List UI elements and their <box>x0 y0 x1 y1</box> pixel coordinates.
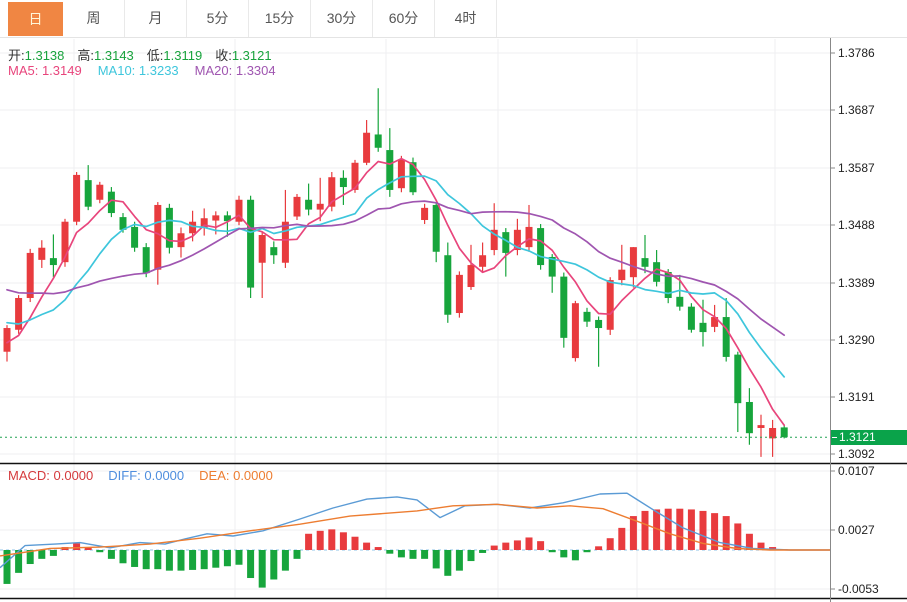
axis-tick-label: 0.0027 <box>838 523 875 537</box>
low-value: 1.3119 <box>163 48 202 63</box>
candlestick-chart[interactable] <box>0 0 907 602</box>
ma5-value: MA5: 1.3149 <box>8 63 82 78</box>
close-value: 1.3121 <box>232 48 272 63</box>
axis-tick-label: 1.3092 <box>838 447 875 461</box>
ohlc-legend: 开:1.3138 高:1.3143 低:1.3119 收:1.3121 <box>8 45 285 64</box>
axis-tick-label: 1.3786 <box>838 46 875 60</box>
low-label: 低: <box>147 48 164 63</box>
ma20-value: MA20: 1.3304 <box>195 63 276 78</box>
axis-tick-label: 1.3290 <box>838 333 875 347</box>
current-price-badge: 1.3121 <box>831 430 907 445</box>
tab-30分[interactable]: 30分 <box>311 0 373 37</box>
high-value: 1.3143 <box>94 48 134 63</box>
axis-tick-label: 1.3389 <box>838 276 875 290</box>
current-price-label: 1.3121 <box>839 430 876 444</box>
macd-legend: MACD: 0.0000 DIFF: 0.0000 DEA: 0.0000 <box>8 468 273 483</box>
ma-legend: MA5: 1.3149 MA10: 1.3233 MA20: 1.3304 <box>8 63 276 78</box>
tab-月[interactable]: 月 <box>125 0 187 37</box>
diff-value: DIFF: 0.0000 <box>108 468 184 483</box>
macd-value: MACD: 0.0000 <box>8 468 93 483</box>
tab-15分[interactable]: 15分 <box>249 0 311 37</box>
close-label: 收: <box>215 48 232 63</box>
open-label: 开: <box>8 48 25 63</box>
open-value: 1.3138 <box>25 48 65 63</box>
axis-tick-label: 1.3587 <box>838 161 875 175</box>
tab-日[interactable]: 日 <box>8 2 63 36</box>
timeframe-tabs: 日周月5分15分30分60分4时 <box>0 0 907 38</box>
dea-value: DEA: 0.0000 <box>199 468 273 483</box>
axis-tick-label: 1.3191 <box>838 390 875 404</box>
axis-tick-label: -0.0053 <box>838 582 879 596</box>
axis-tick-label: 1.3687 <box>838 103 875 117</box>
tab-周[interactable]: 周 <box>63 0 125 37</box>
axis-tick-label: 0.0107 <box>838 464 875 478</box>
high-label: 高: <box>77 48 94 63</box>
tab-5分[interactable]: 5分 <box>187 0 249 37</box>
axis-tick-label: 1.3488 <box>838 218 875 232</box>
kline-chart-app: 日周月5分15分30分60分4时 开:1.3138 高:1.3143 低:1.311… <box>0 0 907 602</box>
tab-60分[interactable]: 60分 <box>373 0 435 37</box>
badge-tick-mark <box>832 437 837 438</box>
tab-4时[interactable]: 4时 <box>435 0 497 37</box>
ma10-value: MA10: 1.3233 <box>98 63 179 78</box>
